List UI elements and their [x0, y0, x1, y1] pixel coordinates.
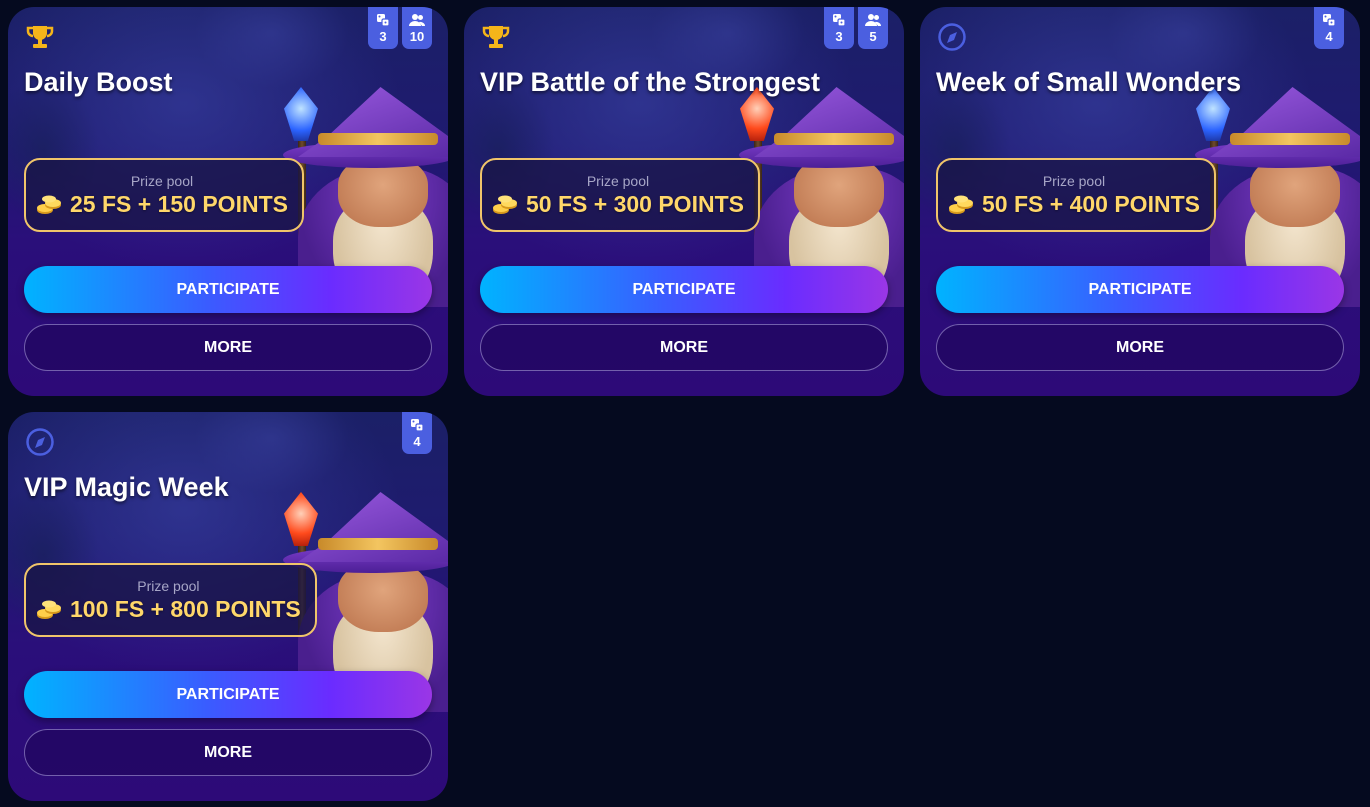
tournament-card: 4 VIP Magic Week Prize pool 100 FS + 800…: [8, 412, 448, 801]
prize-pool-value: 25 FS + 150 POINTS: [70, 190, 288, 217]
users-icon: [865, 13, 881, 26]
prize-pool-value: 50 FS + 400 POINTS: [982, 190, 1200, 217]
dice-icon: [377, 13, 390, 27]
participate-button[interactable]: PARTICIPATE: [936, 266, 1344, 313]
prize-pool-label: Prize pool: [1042, 172, 1106, 189]
prize-pool-value: 100 FS + 800 POINTS: [70, 595, 301, 622]
prize-pool-label: Prize pool: [586, 172, 650, 189]
compass-icon: [936, 21, 968, 53]
prize-pool: Prize pool 100 FS + 800 POINTS: [24, 563, 317, 637]
more-button[interactable]: MORE: [480, 324, 888, 371]
games-count-badge: 3: [824, 7, 854, 49]
dice-icon: [833, 13, 846, 27]
trophy-icon: [24, 21, 56, 53]
dice-icon: [1323, 13, 1336, 27]
card-title: VIP Battle of the Strongest: [480, 67, 821, 97]
players-count-badge: 10: [402, 7, 432, 49]
coins-icon: [493, 195, 517, 214]
tournament-card: 3 10 Daily Boost Prize pool 25 FS + 150 …: [8, 7, 448, 396]
games-count-badge: 4: [1314, 7, 1344, 49]
participate-button[interactable]: PARTICIPATE: [480, 266, 888, 313]
prize-pool-value: 50 FS + 300 POINTS: [526, 190, 744, 217]
participate-button[interactable]: PARTICIPATE: [24, 266, 432, 313]
card-title: Daily Boost: [24, 67, 173, 97]
more-button[interactable]: MORE: [936, 324, 1344, 371]
dice-icon: [411, 418, 424, 432]
prize-pool: Prize pool 50 FS + 300 POINTS: [480, 158, 760, 232]
card-title: Week of Small Wonders: [936, 67, 1242, 97]
games-count-badge: 3: [368, 7, 398, 49]
card-title: VIP Magic Week: [24, 472, 229, 502]
more-button[interactable]: MORE: [24, 729, 432, 776]
coins-icon: [949, 195, 973, 214]
games-count-badge: 4: [402, 412, 432, 454]
prize-pool: Prize pool 25 FS + 150 POINTS: [24, 158, 304, 232]
compass-icon: [24, 426, 56, 458]
prize-pool-label: Prize pool: [130, 172, 194, 189]
coins-icon: [37, 600, 61, 619]
coins-icon: [37, 195, 61, 214]
trophy-icon: [480, 21, 512, 53]
more-button[interactable]: MORE: [24, 324, 432, 371]
tournament-card: 3 5 VIP Battle of the Strongest Prize po…: [464, 7, 904, 396]
players-count-badge: 5: [858, 7, 888, 49]
users-icon: [409, 13, 425, 26]
participate-button[interactable]: PARTICIPATE: [24, 671, 432, 718]
prize-pool-label: Prize pool: [137, 577, 200, 594]
prize-pool: Prize pool 50 FS + 400 POINTS: [936, 158, 1216, 232]
tournament-card: 4 Week of Small Wonders Prize pool 50 FS…: [920, 7, 1360, 396]
